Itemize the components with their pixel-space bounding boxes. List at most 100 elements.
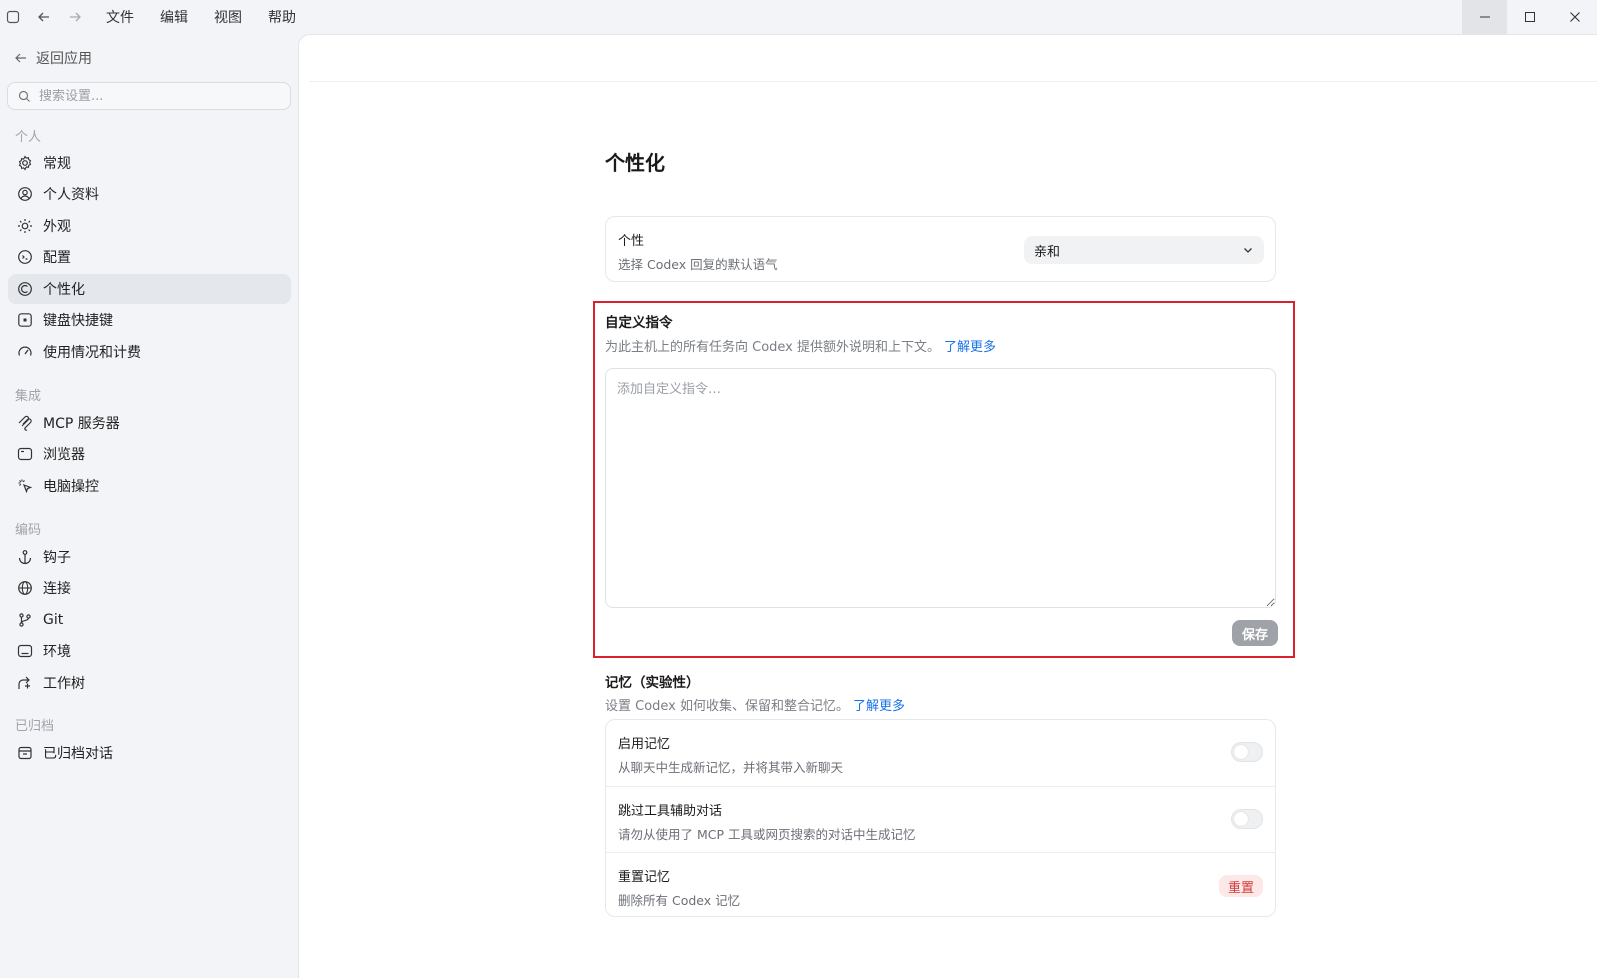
memory-row-skip-tools: 跳过工具辅助对话 请勿从使用了 MCP 工具或网页搜索的对话中生成记忆 xyxy=(606,786,1275,852)
custom-instructions-subtitle-text: 为此主机上的所有任务向 Codex 提供额外说明和上下文。 xyxy=(605,340,941,355)
personality-select[interactable]: 亲和 xyxy=(1024,236,1264,264)
close-button[interactable] xyxy=(1552,0,1597,34)
sidebar-item-connections[interactable]: 连接 xyxy=(8,573,291,603)
sidebar-item-archived-chats[interactable]: 已归档对话 xyxy=(8,738,291,768)
sidebar-item-label: 个人资料 xyxy=(43,187,99,203)
personality-value: 亲和 xyxy=(1034,244,1061,260)
section-archived: 已归档 xyxy=(15,719,55,734)
sidebar-item-label: 电脑操控 xyxy=(43,479,99,495)
custom-instructions-learn-more-link[interactable]: 了解更多 xyxy=(944,340,996,355)
menu-file[interactable]: 文件 xyxy=(106,7,134,27)
sidebar-item-personalization[interactable]: 个性化 xyxy=(8,274,291,304)
sidebar-item-label: 配置 xyxy=(43,250,71,266)
sidebar-item-label: 外观 xyxy=(43,219,71,235)
sidebar-item-label: 浏览器 xyxy=(43,447,85,463)
sidebar-item-hooks[interactable]: 钩子 xyxy=(8,542,291,572)
menu-edit[interactable]: 编辑 xyxy=(160,7,188,27)
reset-memory-button[interactable]: 重置 xyxy=(1219,875,1263,897)
personality-subtitle: 选择 Codex 回复的默认语气 xyxy=(618,257,778,272)
mcp-icon xyxy=(16,414,34,432)
monitor-icon xyxy=(16,642,34,660)
memory-row-subtitle: 删除所有 Codex 记忆 xyxy=(618,893,741,908)
memory-subtitle-text: 设置 Codex 如何收集、保留和整合记忆。 xyxy=(605,699,850,714)
menu-help[interactable]: 帮助 xyxy=(268,7,296,27)
sidebar-item-label: 个性化 xyxy=(43,282,85,298)
memory-row-subtitle: 从聊天中生成新记忆，并将其带入新聊天 xyxy=(618,760,844,775)
minimize-button[interactable] xyxy=(1462,0,1507,34)
sidebar-item-mcp[interactable]: MCP 服务器 xyxy=(8,408,291,438)
menu-view[interactable]: 视图 xyxy=(214,7,242,27)
sidebar-item-label: 连接 xyxy=(43,581,71,597)
forward-arrow-icon[interactable] xyxy=(64,6,86,28)
memory-row-title: 启用记忆 xyxy=(618,737,671,752)
memory-row-subtitle: 请勿从使用了 MCP 工具或网页搜索的对话中生成记忆 xyxy=(618,827,916,842)
sidebar-item-label: 工作树 xyxy=(43,676,85,692)
back-label: 返回应用 xyxy=(36,51,92,67)
header-divider xyxy=(309,81,1597,82)
sidebar-item-browser[interactable]: 浏览器 xyxy=(8,439,291,469)
config-icon xyxy=(16,248,34,266)
sidebar-item-usage[interactable]: 使用情况和计费 xyxy=(8,337,291,367)
memory-card: 启用记忆 从聊天中生成新记忆，并将其带入新聊天 跳过工具辅助对话 请勿从使用了 … xyxy=(605,719,1276,917)
search-box[interactable] xyxy=(7,82,291,110)
chevron-down-icon xyxy=(1244,248,1252,253)
sidebar-item-label: 常规 xyxy=(43,156,71,172)
sidebar-item-appearance[interactable]: 外观 xyxy=(8,211,291,241)
page-title: 个性化 xyxy=(605,151,665,175)
memory-subtitle: 设置 Codex 如何收集、保留和整合记忆。 了解更多 xyxy=(605,695,905,714)
sidebar-item-git[interactable]: Git xyxy=(8,605,291,635)
sidebar-item-label: Git xyxy=(43,612,64,628)
sidebar-item-label: 钩子 xyxy=(43,550,71,566)
sidebar-item-label: 已归档对话 xyxy=(43,746,113,762)
archive-icon xyxy=(16,744,34,762)
sidebar-item-config[interactable]: 配置 xyxy=(8,242,291,272)
section-personal: 个人 xyxy=(15,130,42,145)
skip-tool-chats-toggle[interactable] xyxy=(1231,809,1263,829)
memory-title: 记忆（实验性） xyxy=(605,675,700,691)
memory-row-reset: 重置记忆 删除所有 Codex 记忆 重置 xyxy=(606,852,1275,918)
save-button[interactable]: 保存 xyxy=(1232,620,1278,646)
globe-icon xyxy=(16,579,34,597)
sidebar-item-profile[interactable]: 个人资料 xyxy=(8,179,291,209)
back-arrow-icon[interactable] xyxy=(33,6,55,28)
search-input[interactable] xyxy=(39,88,269,104)
sidebar-item-label: 环境 xyxy=(43,644,71,660)
sidebar-item-worktree[interactable]: 工作树 xyxy=(8,668,291,698)
back-to-app-link[interactable]: 返回应用 xyxy=(14,48,92,68)
enable-memory-toggle[interactable] xyxy=(1231,742,1263,762)
worktree-icon xyxy=(16,674,34,692)
sidebar-item-shortcuts[interactable]: 键盘快捷键 xyxy=(8,305,291,335)
gauge-icon xyxy=(16,343,34,361)
sidebar-item-label: MCP 服务器 xyxy=(43,416,120,432)
custom-instructions-textarea[interactable] xyxy=(605,368,1276,608)
main-panel: 个性化 个性 选择 Codex 回复的默认语气 亲和 自定义指令 为此主机上的所… xyxy=(298,34,1597,978)
gear-icon xyxy=(16,154,34,172)
personality-card: 个性 选择 Codex 回复的默认语气 亲和 xyxy=(605,216,1276,282)
memory-row-title: 重置记忆 xyxy=(618,870,671,885)
anchor-icon xyxy=(16,548,34,566)
user-circle-icon xyxy=(16,185,34,203)
maximize-button[interactable] xyxy=(1507,0,1552,34)
memory-row-enable: 启用记忆 从聊天中生成新记忆，并将其带入新聊天 xyxy=(606,720,1275,786)
sun-icon xyxy=(16,217,34,235)
section-coding: 编码 xyxy=(15,523,42,538)
sidebar-item-label: 键盘快捷键 xyxy=(43,313,113,329)
menu-bar: 文件 编辑 视图 帮助 xyxy=(106,0,322,34)
keyboard-icon xyxy=(16,311,34,329)
custom-instructions-subtitle: 为此主机上的所有任务向 Codex 提供额外说明和上下文。 了解更多 xyxy=(605,336,996,355)
sidebar-item-computer-control[interactable]: 电脑操控 xyxy=(8,471,291,501)
title-bar: 文件 编辑 视图 帮助 xyxy=(0,0,1597,34)
memory-learn-more-link[interactable]: 了解更多 xyxy=(853,699,905,714)
sidebar-item-general[interactable]: 常规 xyxy=(8,148,291,178)
custom-instructions-title: 自定义指令 xyxy=(605,315,673,331)
browser-icon xyxy=(16,445,34,463)
sidebar-toggle-icon[interactable] xyxy=(2,6,24,28)
arrow-left-icon xyxy=(15,53,26,63)
section-integration: 集成 xyxy=(15,389,42,404)
sidebar: 返回应用 个人 常规 个人资料 外观 配置 个性化 键盘快捷键 使用情况和计费 … xyxy=(0,34,298,978)
personality-title: 个性 xyxy=(618,234,645,249)
sidebar-item-environment[interactable]: 环境 xyxy=(8,636,291,666)
personalization-icon xyxy=(16,280,34,298)
sidebar-item-label: 使用情况和计费 xyxy=(43,345,141,361)
memory-row-title: 跳过工具辅助对话 xyxy=(618,804,723,819)
